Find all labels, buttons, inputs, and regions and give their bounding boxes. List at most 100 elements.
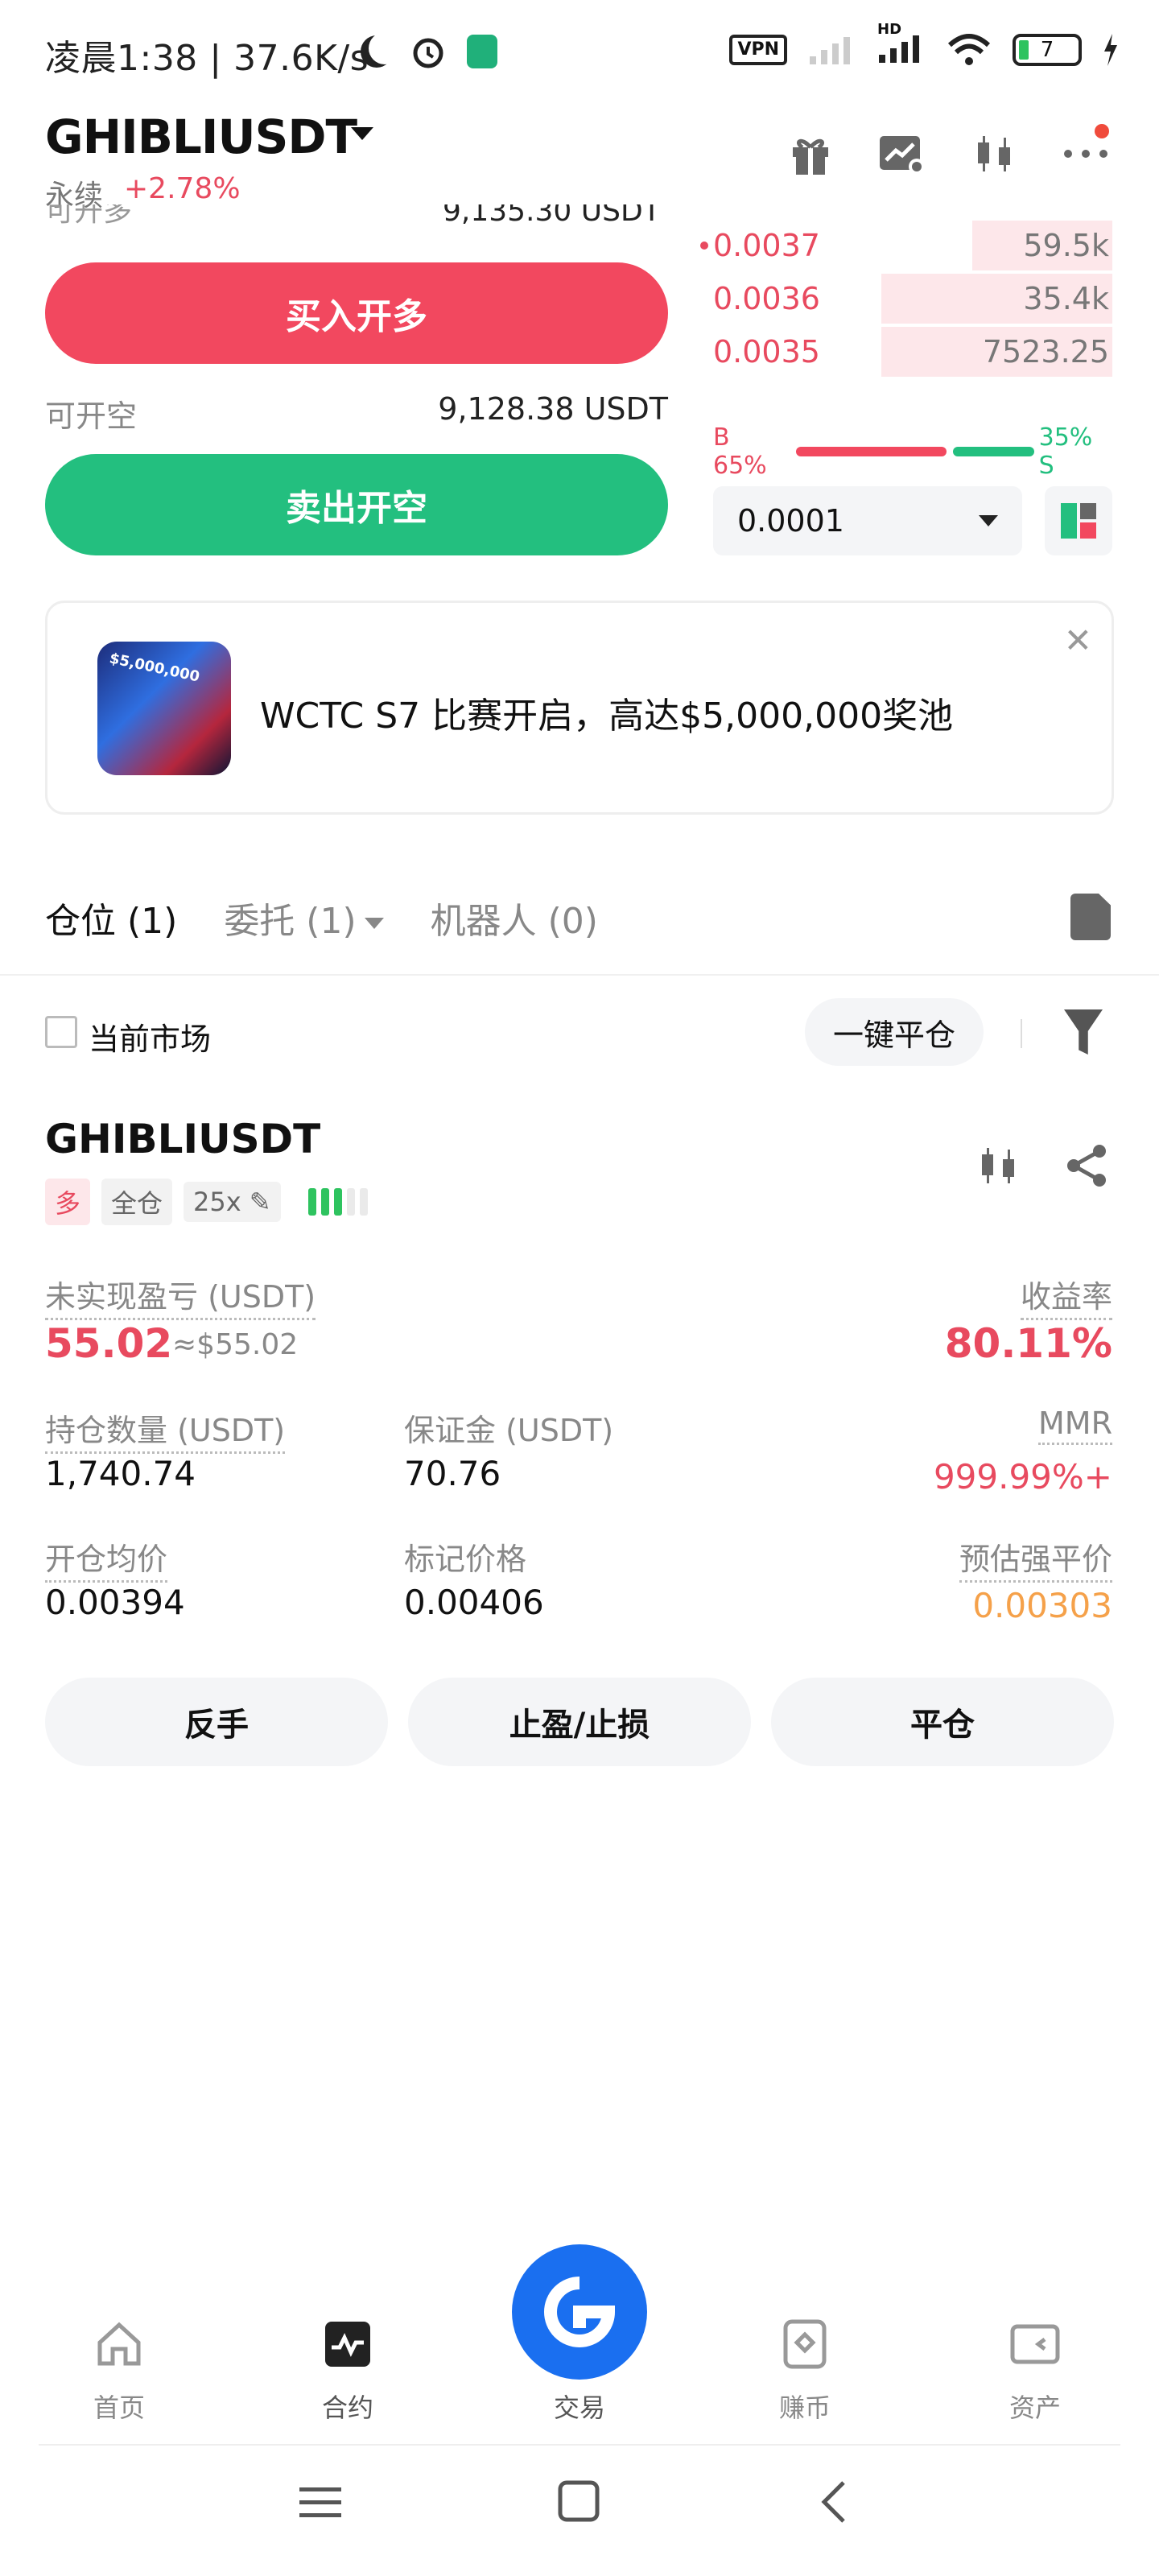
close-position-button[interactable]: 平仓 [771, 1678, 1114, 1766]
nav-label: 资产 [1008, 2392, 1061, 2423]
banner-image-text: $5,000,000 [108, 650, 201, 686]
back-icon[interactable] [815, 2479, 860, 2524]
mark-price-label: 标记价格 [404, 1542, 527, 1577]
roe-value: 80.11% [944, 1320, 1112, 1367]
unrealized-pnl-approx: ≈$55.02 [172, 1328, 299, 1361]
notification-dot [1095, 124, 1109, 138]
chart-settings-icon[interactable] [877, 129, 927, 179]
sell-short-button[interactable]: 卖出开空 [45, 454, 668, 555]
ask-price: 0.0036 [713, 281, 820, 316]
symbol-title[interactable]: GHIBLIUSDT [45, 109, 357, 164]
chevron-down-icon [364, 918, 384, 929]
futures-icon [325, 2322, 370, 2367]
position-symbol[interactable]: GHIBLIUSDT [45, 1116, 320, 1162]
battery-icon: 7 [1013, 34, 1082, 66]
wallet-icon [1010, 2324, 1060, 2364]
status-time-speed: 凌晨1:38 | 37.6K/s [45, 38, 369, 79]
earn-icon [783, 2319, 827, 2369]
ask-row[interactable]: 0.0036 35.4k [700, 272, 1112, 325]
ask-row[interactable]: 0.0035 7523.25 [700, 325, 1112, 378]
gift-icon[interactable] [786, 129, 835, 179]
moon-icon [369, 32, 401, 64]
open-short-value: 9,128.38 USDT [438, 391, 668, 427]
entry-price-value: 0.00394 [45, 1583, 185, 1622]
history-document-icon[interactable] [1070, 894, 1111, 940]
reverse-button[interactable]: 反手 [45, 1678, 388, 1766]
status-right-icons: VPN HD 7 [729, 21, 1119, 68]
liquidation-price-label[interactable]: 预估强平价 [959, 1534, 1112, 1583]
shield-icon [467, 35, 497, 68]
banner-text: WCTC S7 比赛开启，高达$5,000,000奖池 [260, 696, 954, 737]
buy-ratio-label: B 65% [713, 423, 767, 480]
tab-orders[interactable]: 委托 (1) [224, 901, 356, 942]
nav-assets[interactable]: 资产 [955, 2318, 1116, 2425]
ask-qty: 7523.25 [982, 334, 1109, 369]
mmr-label[interactable]: MMR [1038, 1406, 1112, 1445]
buy-ratio-bar [795, 447, 947, 456]
orderbook-layout-button[interactable] [1045, 486, 1112, 555]
buy-long-button[interactable]: 买入开多 [45, 262, 668, 364]
ask-row[interactable]: 0.0037 59.5k [700, 219, 1112, 272]
home-square-icon[interactable] [557, 2479, 602, 2524]
ask-qty: 35.4k [1023, 281, 1109, 316]
home-icon [97, 2322, 141, 2366]
tab-bots[interactable]: 机器人 (0) [431, 892, 598, 943]
tab-orders-wrap[interactable]: 委托 (1) [224, 892, 384, 943]
close-icon[interactable]: ✕ [1064, 621, 1092, 660]
precision-select[interactable]: 0.0001 [713, 486, 1022, 555]
share-icon[interactable] [1064, 1143, 1109, 1188]
nav-home[interactable]: 首页 [39, 2318, 200, 2425]
divider [39, 2444, 1120, 2446]
nav-label: 首页 [93, 2392, 145, 2423]
ask-price: 0.0035 [713, 334, 820, 369]
position-tags: 多 全仓 25x ✎ [45, 1179, 368, 1225]
candlestick-icon[interactable] [969, 129, 1019, 179]
alarm-icon [413, 38, 443, 68]
banner-image: $5,000,000 [97, 642, 231, 775]
chevron-down-icon[interactable] [351, 127, 373, 140]
leverage-value: 25x [193, 1187, 241, 1217]
nav-earn[interactable]: 赚币 [724, 2318, 885, 2425]
position-actions [975, 1143, 1109, 1188]
margin-value: 70.76 [404, 1454, 501, 1493]
current-market-label[interactable]: 当前市场 [89, 1014, 211, 1059]
buy-sell-ratio: B 65% 35% S [713, 423, 1112, 480]
trade-fab-button[interactable] [512, 2244, 647, 2380]
charging-icon [1104, 34, 1117, 66]
candlestick-icon[interactable] [975, 1143, 1021, 1188]
tp-sl-button[interactable]: 止盈/止损 [408, 1678, 751, 1766]
menu-icon[interactable] [298, 2479, 343, 2524]
filter-icon[interactable] [1064, 1009, 1103, 1055]
divider [0, 974, 1159, 976]
precision-value: 0.0001 [737, 503, 844, 539]
vpn-badge: VPN [729, 35, 787, 65]
sell-ratio-label: 35% S [1038, 423, 1093, 480]
unrealized-pnl-value: 55.02 [45, 1320, 173, 1367]
promo-banner[interactable]: $5,000,000 WCTC S7 比赛开启，高达$5,000,000奖池 ✕ [45, 601, 1114, 815]
tab-positions[interactable]: 仓位 (1) [45, 892, 177, 943]
layout-icon [1061, 503, 1096, 539]
divider [1021, 1019, 1022, 1048]
nav-futures[interactable]: 合约 [267, 2318, 428, 2425]
leverage-tag[interactable]: 25x ✎ [184, 1182, 281, 1222]
risk-level-bars [307, 1188, 368, 1216]
nav-label: 赚币 [778, 2392, 831, 2423]
roe-label[interactable]: 收益率 [1020, 1272, 1112, 1320]
position-size-label[interactable]: 持仓数量 (USDT) [45, 1406, 286, 1454]
entry-price-label[interactable]: 开仓均价 [45, 1534, 168, 1583]
trade-icon [544, 2277, 616, 2347]
current-market-checkbox[interactable] [45, 1016, 77, 1048]
close-all-button[interactable]: 一键平仓 [805, 998, 984, 1066]
margin-mode-tag: 全仓 [101, 1179, 173, 1225]
position-tabs: 仓位 (1) 委托 (1) 机器人 (0) [45, 892, 598, 943]
open-short-label: 可开空 [45, 398, 138, 434]
mark-price-value: 0.00406 [404, 1583, 544, 1622]
open-long-label: 可开多 [45, 204, 133, 225]
mmr-value: 999.99%+ [933, 1457, 1112, 1496]
unrealized-pnl-label[interactable]: 未实现盈亏 (USDT) [45, 1272, 316, 1320]
signal-hd-icon: HD [877, 21, 926, 68]
signal-weak-icon [810, 37, 850, 64]
header-actions [786, 129, 1111, 179]
side-tag: 多 [45, 1179, 91, 1225]
margin-label: 保证金 (USDT) [404, 1413, 614, 1448]
